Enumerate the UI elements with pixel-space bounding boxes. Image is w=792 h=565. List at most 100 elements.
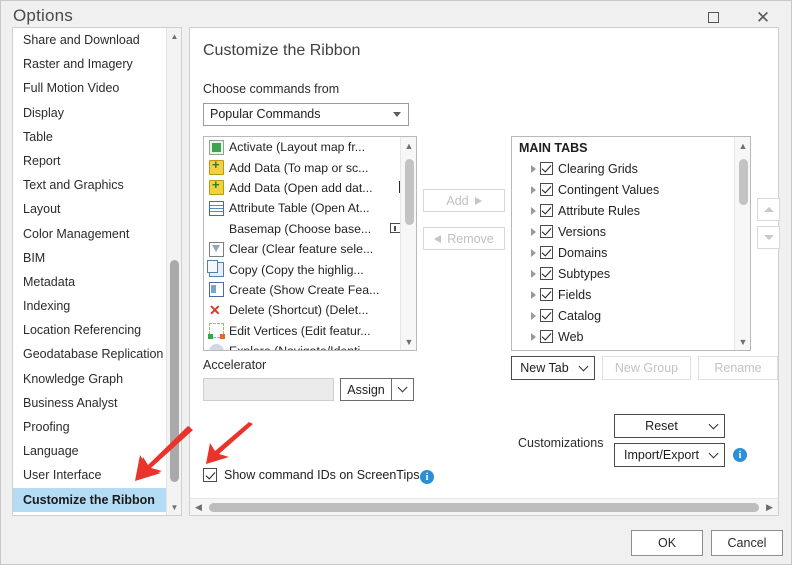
list-item[interactable]: Activate (Layout map fr... bbox=[204, 137, 416, 157]
sidebar-item-report[interactable]: Report bbox=[13, 149, 167, 173]
sidebar-item-color-management[interactable]: Color Management bbox=[13, 222, 167, 246]
new-tab-button[interactable]: New Tab bbox=[511, 356, 595, 380]
sidebar-item-metadata[interactable]: Metadata bbox=[13, 270, 167, 294]
info-icon[interactable]: i bbox=[733, 448, 747, 462]
sidebar-item-customize-the-ribbon[interactable]: Customize the Ribbon bbox=[13, 487, 167, 512]
sidebar-item-share-and-download[interactable]: Share and Download bbox=[13, 28, 167, 52]
list-item[interactable]: Delete (Shortcut) (Delet... bbox=[204, 300, 416, 320]
list-item[interactable]: Explore (Navigate/Identi... bbox=[204, 341, 416, 350]
list-item[interactable]: Basemap (Choose base... bbox=[204, 219, 416, 239]
sidebar-item-language[interactable]: Language bbox=[13, 439, 167, 463]
main-tabs-scrollbar-thumb[interactable] bbox=[739, 159, 748, 205]
chevron-up-icon[interactable]: ▲ bbox=[735, 137, 750, 154]
tree-item-versions[interactable]: Versions bbox=[512, 221, 750, 242]
accelerator-input[interactable] bbox=[203, 378, 334, 401]
commands-list-scrollbar[interactable]: ▲ ▼ bbox=[400, 137, 416, 350]
move-down-button[interactable] bbox=[757, 226, 780, 249]
checkbox[interactable] bbox=[540, 330, 553, 343]
move-up-button[interactable] bbox=[757, 198, 780, 221]
tree-item-subtypes[interactable]: Subtypes bbox=[512, 263, 750, 284]
chevron-right-icon[interactable] bbox=[526, 185, 540, 194]
remove-button[interactable]: Remove bbox=[423, 227, 505, 250]
sidebar-item-location-referencing[interactable]: Location Referencing bbox=[13, 318, 167, 342]
chevron-right-icon[interactable] bbox=[526, 290, 540, 299]
chevron-right-icon[interactable] bbox=[526, 248, 540, 257]
list-item[interactable]: Edit Vertices (Edit featur... bbox=[204, 321, 416, 341]
sidebar-item-raster-and-imagery[interactable]: Raster and Imagery bbox=[13, 52, 167, 76]
new-group-button[interactable]: New Group bbox=[602, 356, 691, 380]
chevron-down-icon[interactable]: ▼ bbox=[401, 333, 416, 350]
chevron-right-icon[interactable]: ▶ bbox=[761, 499, 778, 515]
sidebar-item-text-and-graphics[interactable]: Text and Graphics bbox=[13, 173, 167, 197]
sidebar-item-display[interactable]: Display bbox=[13, 101, 167, 125]
settings-category-sidebar[interactable]: Share and Download Raster and Imagery Fu… bbox=[12, 27, 182, 516]
list-item[interactable]: Add Data (Open add dat... bbox=[204, 177, 416, 198]
main-tabs-scrollbar[interactable]: ▲ ▼ bbox=[734, 137, 750, 350]
sidebar-item-layout[interactable]: Layout bbox=[13, 197, 167, 221]
list-item[interactable]: Copy (Copy the highlig... bbox=[204, 259, 416, 279]
chevron-left-icon[interactable]: ◀ bbox=[190, 499, 207, 515]
commands-list[interactable]: Activate (Layout map fr... Add Data (To … bbox=[203, 136, 417, 351]
chevron-down-icon[interactable] bbox=[702, 419, 724, 430]
tree-item-domains[interactable]: Domains bbox=[512, 242, 750, 263]
info-icon[interactable]: i bbox=[420, 470, 434, 484]
import-export-button[interactable]: Import/Export bbox=[614, 443, 725, 467]
chevron-down-icon[interactable] bbox=[702, 448, 724, 459]
sidebar-item-bim[interactable]: BIM bbox=[13, 246, 167, 270]
chevron-down-icon[interactable] bbox=[572, 361, 594, 372]
chevron-right-icon[interactable] bbox=[526, 332, 540, 341]
sidebar-item-table[interactable]: Table bbox=[13, 125, 167, 149]
sidebar-item-proofing[interactable]: Proofing bbox=[13, 415, 167, 439]
show-command-ids-checkbox[interactable] bbox=[203, 468, 217, 482]
chevron-up-icon[interactable]: ▲ bbox=[401, 137, 416, 154]
sidebar-item-indexing[interactable]: Indexing bbox=[13, 294, 167, 318]
tree-item-contingent-values[interactable]: Contingent Values bbox=[512, 179, 750, 200]
panel-horizontal-scrollbar[interactable]: ◀ ▶ bbox=[190, 498, 778, 515]
tree-item-clearing-grids[interactable]: Clearing Grids bbox=[512, 158, 750, 179]
choose-commands-dropdown[interactable]: Popular Commands bbox=[203, 103, 409, 126]
checkbox[interactable] bbox=[540, 204, 553, 217]
sidebar-scrollbar-thumb[interactable] bbox=[170, 260, 179, 482]
chevron-down-icon[interactable]: ▼ bbox=[167, 499, 181, 515]
reset-button[interactable]: Reset bbox=[614, 414, 725, 438]
list-item[interactable]: Create (Show Create Fea... bbox=[204, 280, 416, 300]
sidebar-item-user-interface[interactable]: User Interface bbox=[13, 463, 167, 487]
sidebar-item-quick-access-toolbar[interactable]: Quick Access Toolbar bbox=[13, 512, 167, 515]
sidebar-scrollbar[interactable]: ▲ ▼ bbox=[166, 28, 181, 515]
chevron-down-icon[interactable]: ▼ bbox=[735, 333, 750, 350]
checkbox[interactable] bbox=[540, 309, 553, 322]
commands-scrollbar-thumb[interactable] bbox=[405, 159, 414, 225]
chevron-up-icon[interactable]: ▲ bbox=[167, 28, 181, 44]
assign-button[interactable]: Assign bbox=[340, 378, 414, 401]
checkbox[interactable] bbox=[540, 288, 553, 301]
list-item[interactable]: Attribute Table (Open At... bbox=[204, 198, 416, 218]
chevron-right-icon[interactable] bbox=[526, 311, 540, 320]
chevron-right-icon[interactable] bbox=[526, 269, 540, 278]
sidebar-item-business-analyst[interactable]: Business Analyst bbox=[13, 391, 167, 415]
chevron-right-icon[interactable] bbox=[526, 206, 540, 215]
sidebar-item-knowledge-graph[interactable]: Knowledge Graph bbox=[13, 367, 167, 391]
command-label: Clear (Clear feature sele... bbox=[229, 242, 374, 257]
tree-item-attribute-rules[interactable]: Attribute Rules bbox=[512, 200, 750, 221]
cancel-button[interactable]: Cancel bbox=[711, 530, 783, 556]
add-button[interactable]: Add bbox=[423, 189, 505, 212]
chevron-down-icon[interactable] bbox=[392, 382, 413, 393]
list-item[interactable]: Clear (Clear feature sele... bbox=[204, 239, 416, 259]
sidebar-item-full-motion-video[interactable]: Full Motion Video bbox=[13, 76, 167, 100]
checkbox[interactable] bbox=[540, 183, 553, 196]
tree-item-fields[interactable]: Fields bbox=[512, 284, 750, 305]
rename-button[interactable]: Rename bbox=[698, 356, 778, 380]
chevron-right-icon[interactable] bbox=[526, 227, 540, 236]
checkbox[interactable] bbox=[540, 246, 553, 259]
checkbox[interactable] bbox=[540, 162, 553, 175]
list-item[interactable]: Add Data (To map or sc... bbox=[204, 157, 416, 177]
tree-item-web[interactable]: Web bbox=[512, 326, 750, 347]
panel-hscrollbar-thumb[interactable] bbox=[209, 503, 759, 512]
ok-button[interactable]: OK bbox=[631, 530, 703, 556]
checkbox[interactable] bbox=[540, 267, 553, 280]
main-tabs-tree[interactable]: MAIN TABS Clearing Grids Contingent Valu… bbox=[511, 136, 751, 351]
checkbox[interactable] bbox=[540, 225, 553, 238]
chevron-right-icon[interactable] bbox=[526, 164, 540, 173]
sidebar-item-geodatabase-replication[interactable]: Geodatabase Replication bbox=[13, 342, 167, 366]
tree-item-catalog[interactable]: Catalog bbox=[512, 305, 750, 326]
